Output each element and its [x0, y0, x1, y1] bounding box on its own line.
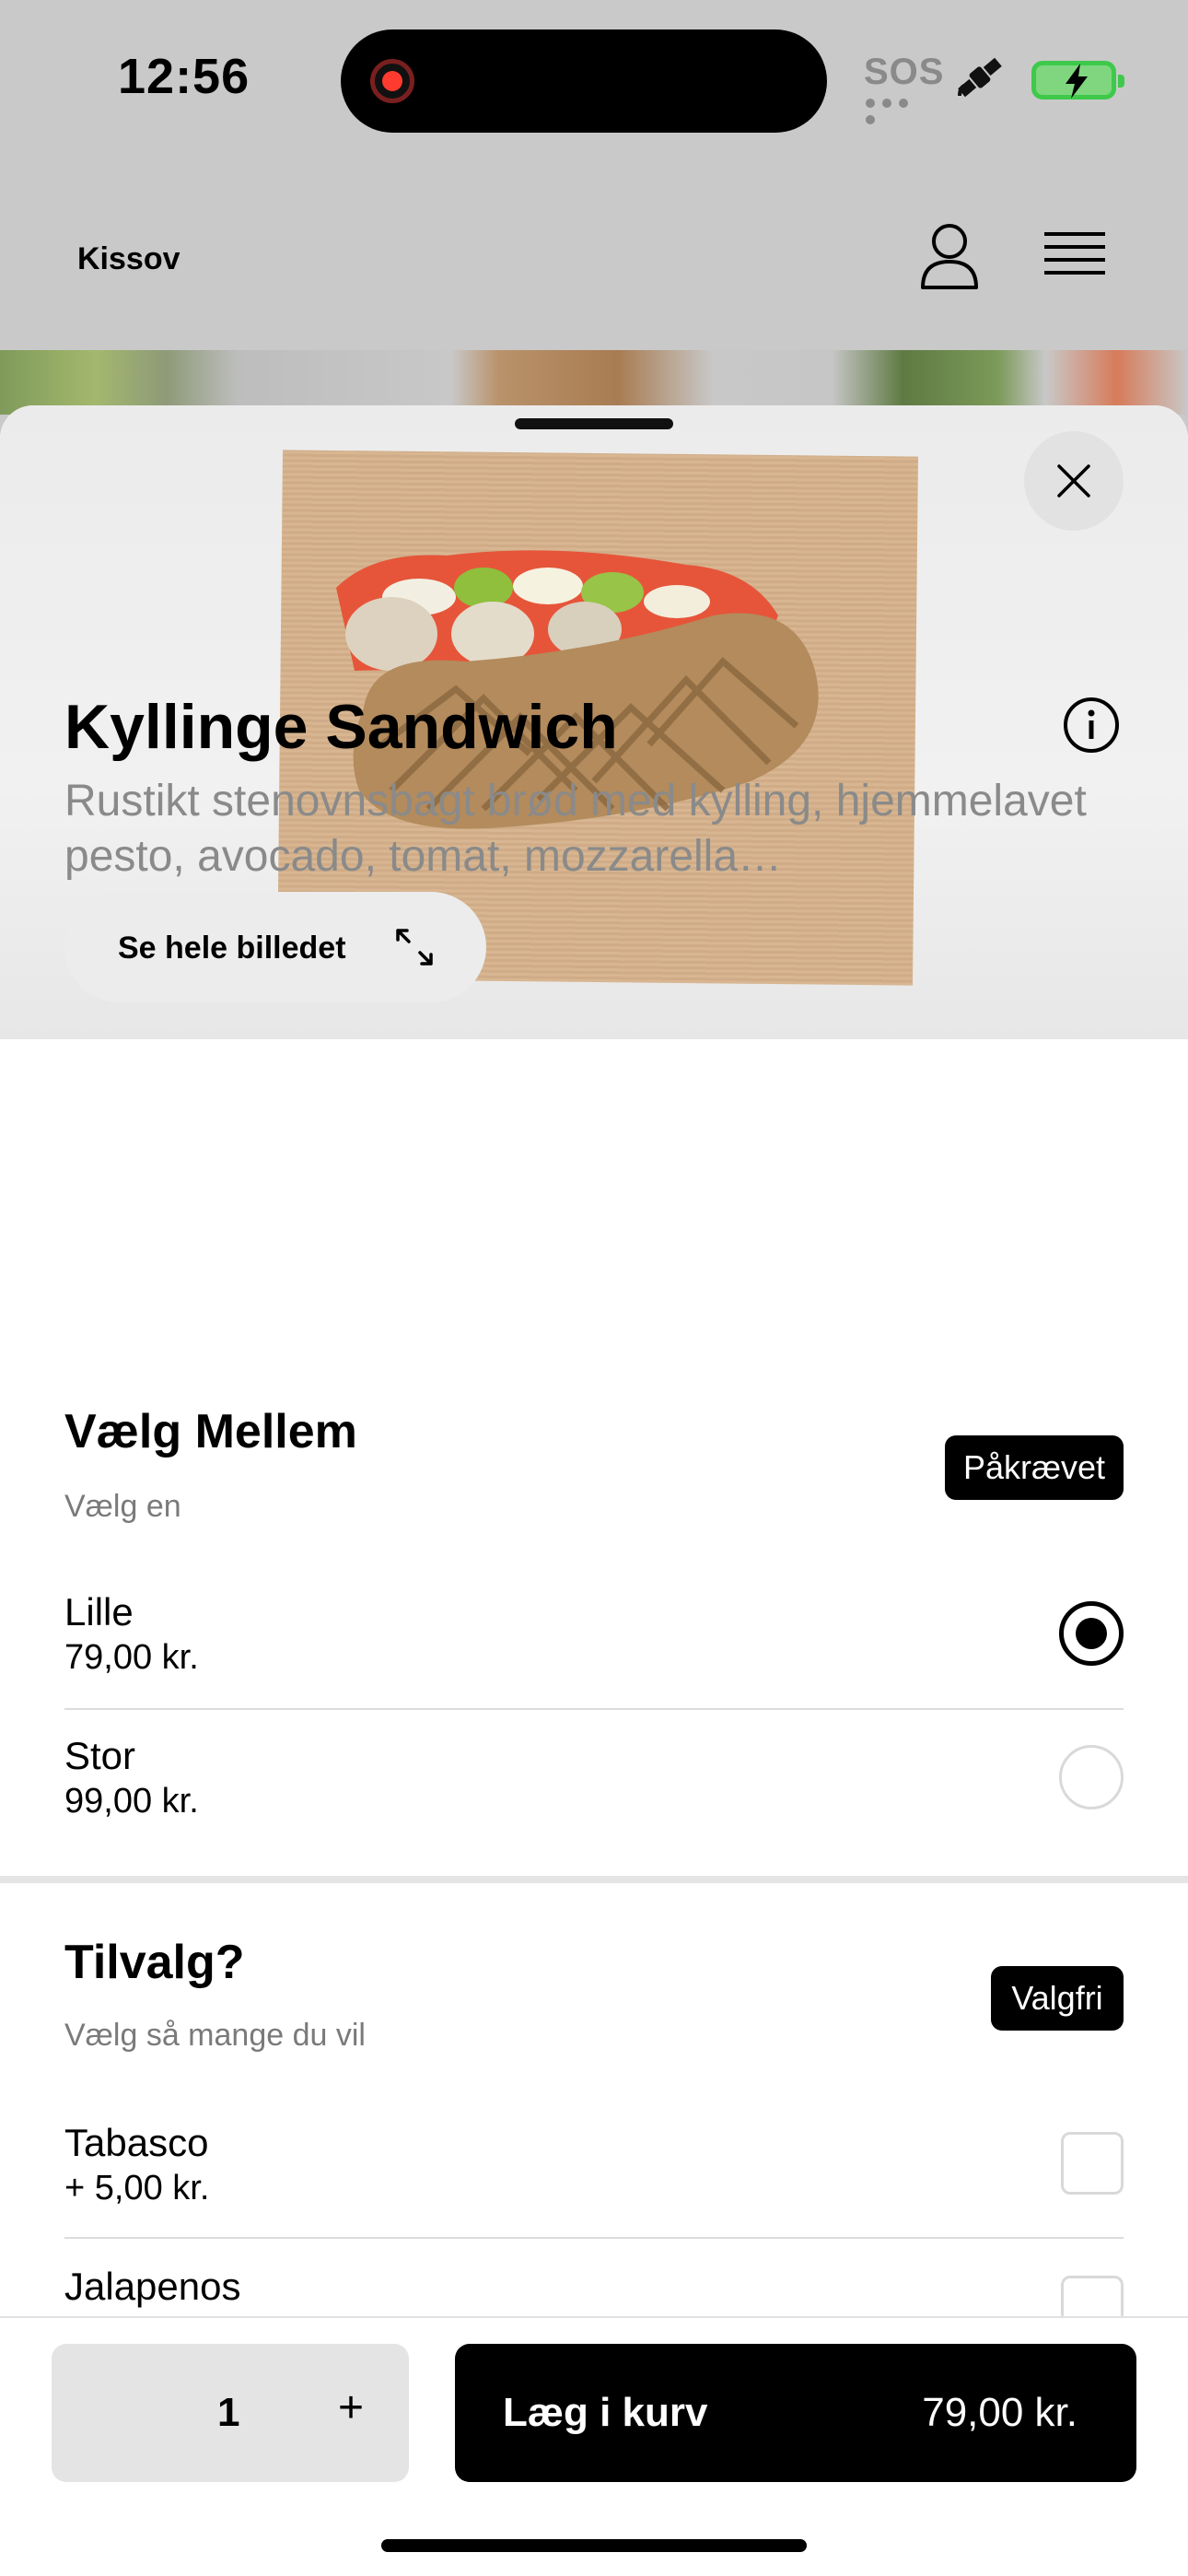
sos-label: SOS	[864, 52, 945, 92]
add-to-cart-button[interactable]: Læg i kurv 79,00 kr.	[455, 2344, 1136, 2482]
optional-badge: Valgfri	[991, 1966, 1124, 2031]
option-price: + 5,00 kr.	[64, 2169, 210, 2207]
add-to-cart-label: Læg i kurv	[503, 2390, 708, 2435]
required-badge: Påkrævet	[945, 1435, 1124, 1500]
radio-button-selected[interactable]	[1059, 1601, 1124, 1666]
section-divider	[0, 1876, 1188, 1883]
option-name: Stor	[64, 1734, 136, 1777]
product-title: Kyllinge Sandwich	[64, 692, 618, 762]
extras-section-title: Tilvalg?	[64, 1936, 245, 1989]
size-option-lille[interactable]: Lille 79,00 kr.	[64, 1590, 1124, 1734]
recording-indicator	[370, 59, 414, 103]
status-bar: 12:56 SOS	[0, 0, 1188, 166]
satellite-icon	[958, 57, 1002, 98]
drag-handle[interactable]	[515, 418, 673, 429]
profile-icon[interactable]	[919, 221, 980, 291]
option-price: 79,00 kr.	[64, 1638, 199, 1677]
option-name: Jalapenos	[64, 2265, 241, 2308]
menu-icon[interactable]	[1044, 232, 1105, 284]
battery-charging-icon	[1031, 61, 1124, 100]
view-full-image-label: Se hele billedet	[118, 931, 346, 966]
close-icon	[1057, 464, 1090, 498]
radio-button[interactable]	[1059, 1745, 1124, 1809]
divider	[64, 1708, 1124, 1710]
size-option-stor[interactable]: Stor 99,00 kr.	[64, 1734, 1124, 1878]
checkbox[interactable]	[1061, 2132, 1124, 2195]
size-section-title: Vælg Mellem	[64, 1405, 357, 1458]
quantity-value: 1	[217, 2390, 240, 2435]
home-indicator[interactable]	[381, 2539, 807, 2552]
info-icon[interactable]	[1063, 697, 1120, 754]
option-price: 99,00 kr.	[64, 1782, 199, 1821]
divider	[64, 2237, 1124, 2239]
status-time: 12:56	[118, 49, 250, 104]
size-section-subtitle: Vælg en	[64, 1489, 181, 1524]
dynamic-island	[341, 29, 827, 133]
view-full-image-button[interactable]: Se hele billedet	[64, 892, 486, 1002]
option-name: Lille	[64, 1590, 134, 1633]
product-description: Rustikt stenovnsbagt brød med kylling, h…	[64, 777, 1087, 881]
extra-option-tabasco[interactable]: Tabasco + 5,00 kr.	[64, 2121, 1124, 2265]
add-to-cart-price: 79,00 kr.	[922, 2390, 1077, 2435]
extras-section-subtitle: Vælg så mange du vil	[64, 2018, 366, 2053]
option-name: Tabasco	[64, 2121, 209, 2164]
signal-dots	[866, 96, 930, 124]
expand-icon	[396, 929, 433, 966]
bottom-bar: 1 + Læg i kurv 79,00 kr.	[0, 2316, 1188, 2576]
quantity-stepper[interactable]: 1 +	[52, 2344, 409, 2482]
close-button[interactable]	[1024, 431, 1124, 531]
increment-button[interactable]: +	[328, 2383, 374, 2433]
brand-name[interactable]: Kissov	[77, 241, 181, 277]
